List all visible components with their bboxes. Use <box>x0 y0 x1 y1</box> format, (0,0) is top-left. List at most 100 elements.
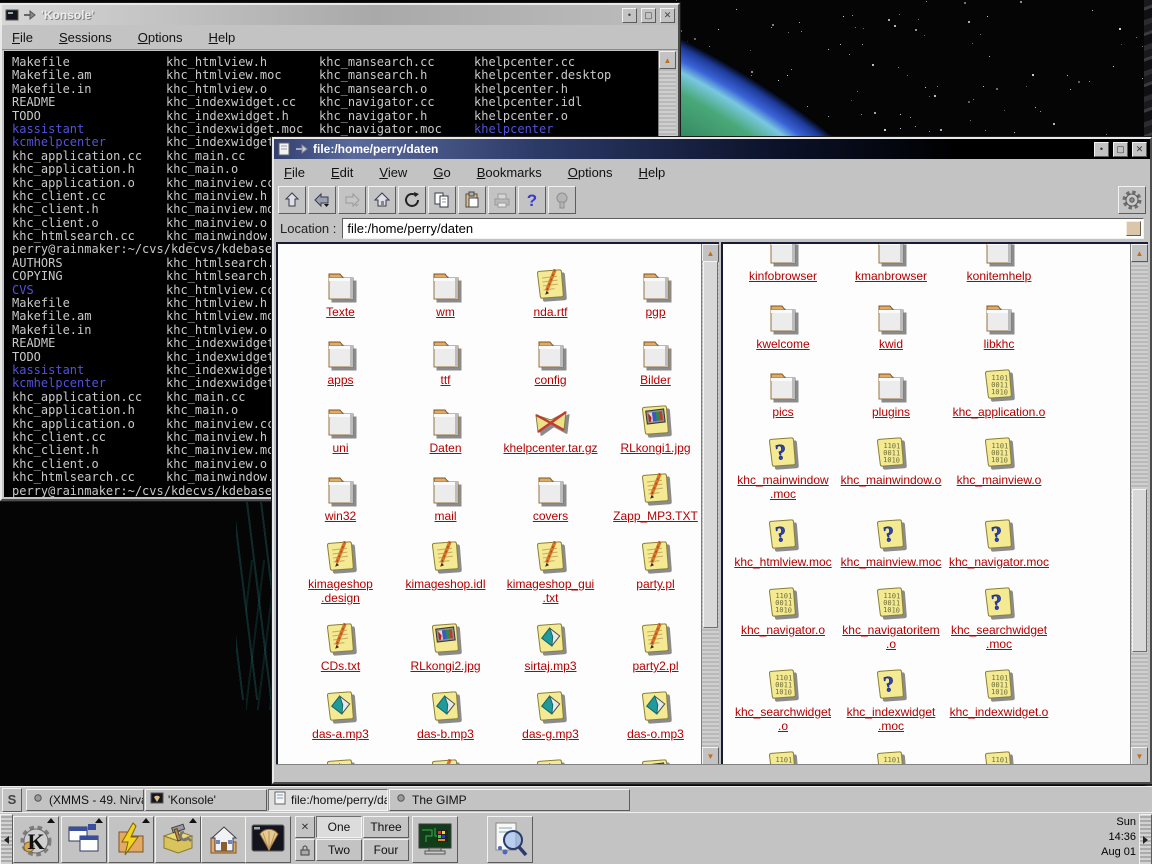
file-label[interactable]: kimageshop_gui .txt <box>507 577 594 605</box>
file-label[interactable]: das-a.mp3 <box>312 727 369 741</box>
horizontal-scroll-strip[interactable] <box>276 764 1148 780</box>
file-item[interactable]: ?khc_indexwidget .moc <box>837 658 945 733</box>
file-item[interactable]: kimageshop.idl <box>393 530 498 605</box>
file-item[interactable]: mail <box>393 462 498 523</box>
file-item[interactable] <box>393 748 498 765</box>
konsole-app-icon[interactable] <box>5 8 19 22</box>
file-item[interactable] <box>603 748 702 765</box>
file-label[interactable]: uni <box>332 441 348 455</box>
file-item[interactable]: pics <box>729 358 837 419</box>
menu-sessions[interactable]: Sessions <box>59 30 112 45</box>
file-item[interactable]: das-g.mp3 <box>498 680 603 741</box>
file-label[interactable]: das-b.mp3 <box>417 727 474 741</box>
file-item[interactable]: nda.rtf <box>498 258 603 319</box>
file-label[interactable]: pics <box>772 405 793 419</box>
maximize-button[interactable]: ▢ <box>1113 142 1128 157</box>
file-item[interactable]: plugins <box>837 358 945 419</box>
file-label[interactable]: win32 <box>325 509 356 523</box>
back-button[interactable] <box>308 186 336 214</box>
file-label[interactable]: plugins <box>872 405 910 419</box>
file-label[interactable]: kimageshop .design <box>308 577 373 605</box>
file-item[interactable]: 1101 0011 1010khc_indexwidget.o <box>945 658 1053 733</box>
file-item[interactable]: das-a.mp3 <box>288 680 393 741</box>
file-item[interactable]: ?khc_navigator.moc <box>945 508 1053 569</box>
scrollbar-thumb[interactable] <box>1132 489 1147 653</box>
taskbar-task-gimp[interactable]: The GIMP <box>389 789 630 811</box>
menu-file[interactable]: File <box>284 165 305 180</box>
scroll-down-icon[interactable]: ▼ <box>1131 747 1148 765</box>
file-label[interactable]: Daten <box>429 441 461 455</box>
window-list-button[interactable] <box>61 816 107 863</box>
file-item[interactable]: kinfobrowser <box>729 244 837 283</box>
file-label[interactable]: kwelcome <box>756 337 809 351</box>
scroll-up-icon[interactable]: ▲ <box>1131 244 1148 262</box>
file-item[interactable]: ttf <box>393 326 498 387</box>
taskbar-task-konsole[interactable]: 'Konsole' <box>145 789 267 811</box>
file-item[interactable]: 1101 0011 1010 <box>729 740 837 765</box>
help-button[interactable]: ? <box>518 186 546 214</box>
file-label[interactable]: konitemhelp <box>967 269 1032 283</box>
file-label[interactable]: Zapp_MP3.TXT <box>613 509 698 523</box>
file-item[interactable]: ?khc_mainwindow .moc <box>729 426 837 501</box>
file-label[interactable]: party.pl <box>636 577 674 591</box>
file-label[interactable]: khc_navigatoritem .o <box>842 623 939 651</box>
file-label[interactable]: khelpcenter.tar.gz <box>503 441 597 455</box>
close-button[interactable]: ✕ <box>1132 142 1147 157</box>
file-label[interactable]: khc_mainview.o <box>957 473 1042 487</box>
file-label[interactable]: Bilder <box>640 373 671 387</box>
file-label[interactable]: RLkongi2.jpg <box>410 659 480 673</box>
kfm-titlebar[interactable]: file:/home/perry/daten • ▢ ✕ <box>274 139 1150 159</box>
file-item[interactable]: kwelcome <box>729 290 837 351</box>
file-label[interactable]: mail <box>434 509 456 523</box>
file-item[interactable]: covers <box>498 462 603 523</box>
file-label[interactable]: pgp <box>645 305 665 319</box>
file-label[interactable]: kinfobrowser <box>749 269 817 283</box>
maximize-button[interactable]: ▢ <box>641 8 656 23</box>
file-label[interactable]: libkhc <box>984 337 1015 351</box>
file-label[interactable]: khc_mainwindow .moc <box>737 473 828 501</box>
disk-navigator-button[interactable] <box>108 816 154 863</box>
menu-help[interactable]: Help <box>639 165 666 180</box>
file-item[interactable]: 1101 0011 1010khc_navigatoritem .o <box>837 576 945 651</box>
file-item[interactable]: wm <box>393 258 498 319</box>
file-item[interactable]: kmanbrowser <box>837 244 945 283</box>
file-item[interactable]: apps <box>288 326 393 387</box>
scrollbar-thumb[interactable] <box>703 261 718 628</box>
panel-hide-right-button[interactable] <box>1139 814 1152 864</box>
konsole-titlebar[interactable]: 'Konsole' • ▢ ✕ <box>2 5 678 25</box>
minimize-button[interactable]: • <box>622 8 637 23</box>
pager-lock-icon[interactable] <box>295 839 315 861</box>
file-label[interactable]: apps <box>327 373 353 387</box>
scroll-down-icon[interactable]: ▼ <box>702 747 719 765</box>
menu-help[interactable]: Help <box>209 30 236 45</box>
file-label[interactable]: covers <box>533 509 568 523</box>
file-label[interactable]: Texte <box>326 305 355 319</box>
desktop-button-one[interactable]: One <box>316 816 362 838</box>
file-item[interactable]: ?khc_searchwidget .moc <box>945 576 1053 651</box>
menu-edit[interactable]: Edit <box>331 165 353 180</box>
file-label[interactable]: khc_mainview.moc <box>841 555 942 569</box>
taskbar-task-kfm[interactable]: file:/home/perry/daten <box>268 789 388 811</box>
find-files-button[interactable] <box>487 816 533 863</box>
file-label[interactable]: das-o.mp3 <box>627 727 684 741</box>
up-button[interactable] <box>278 186 306 214</box>
file-item[interactable]: 1101 0011 1010khc_mainwindow.o <box>837 426 945 501</box>
file-item[interactable]: config <box>498 326 603 387</box>
right-pane-scrollbar[interactable]: ▲ ▼ <box>1130 244 1148 765</box>
file-item[interactable]: libkhc <box>945 290 1053 351</box>
desktop-button-three[interactable]: Three <box>363 816 409 838</box>
minimize-button[interactable]: • <box>1094 142 1109 157</box>
file-label[interactable]: kimageshop.idl <box>405 577 485 591</box>
file-label[interactable]: khc_indexwidget .moc <box>847 705 936 733</box>
file-label[interactable]: khc_navigator.moc <box>949 555 1049 569</box>
file-label[interactable]: config <box>534 373 566 387</box>
pager-windows-icon[interactable]: ✕ <box>295 816 315 838</box>
scroll-up-icon[interactable]: ▲ <box>702 244 719 262</box>
k-menu-button[interactable]: K <box>13 816 59 863</box>
file-item[interactable]: Texte <box>288 258 393 319</box>
menu-go[interactable]: Go <box>433 165 450 180</box>
file-label[interactable]: khc_indexwidget.o <box>950 705 1049 719</box>
file-label[interactable]: khc_searchwidget .o <box>735 705 831 733</box>
file-item[interactable]: Bilder <box>603 326 702 387</box>
system-monitor-button[interactable] <box>412 816 458 863</box>
